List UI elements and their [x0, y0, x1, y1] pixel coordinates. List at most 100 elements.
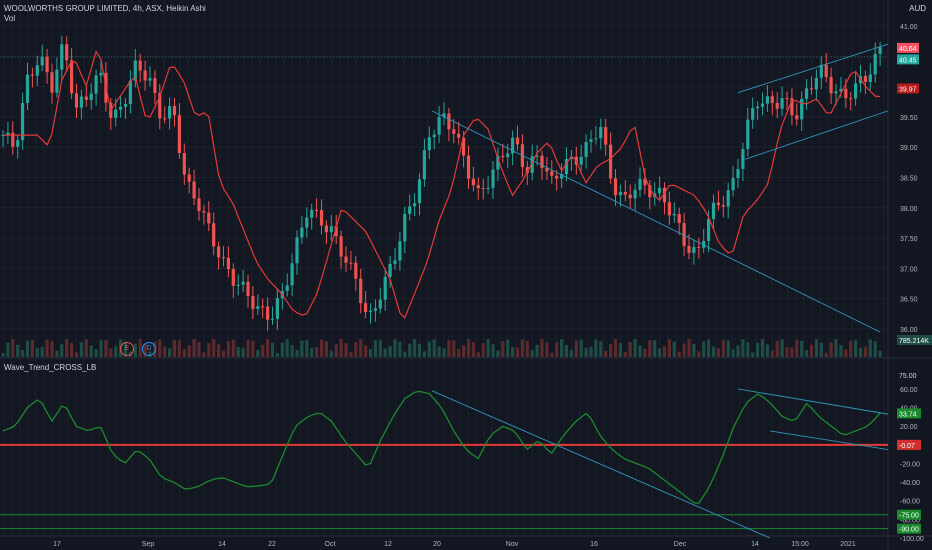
- volume-bar: [236, 346, 240, 357]
- volume-bar: [839, 345, 843, 357]
- candle-body: [623, 192, 627, 195]
- volume-bar: [172, 340, 177, 357]
- candle-body: [138, 60, 142, 71]
- earnings-marker[interactable]: E: [120, 342, 134, 356]
- dividend-marker[interactable]: D: [142, 342, 156, 356]
- candle-body: [422, 150, 426, 180]
- price-badge-label: 40.45: [899, 57, 917, 64]
- volume-bar: [55, 350, 59, 357]
- volume-bar: [393, 339, 397, 357]
- volume-badge-label: 785.214K: [899, 338, 929, 345]
- price-tick-label: 36.00: [900, 327, 918, 334]
- volume-bar: [829, 342, 833, 357]
- osc-badge-label: 75.00: [899, 373, 917, 380]
- volume-bar: [775, 341, 779, 357]
- candle-body: [437, 117, 441, 135]
- volume-bar: [540, 339, 544, 357]
- candle-body: [16, 140, 20, 147]
- volume-bar: [45, 339, 49, 357]
- symbol-title[interactable]: WOOLWORTHS GROUP LIMITED, 4h, ASX, Heiki…: [4, 4, 206, 13]
- price-tick-label: 36.50: [900, 297, 918, 304]
- volume-bar: [535, 344, 539, 357]
- candle-body: [550, 171, 554, 176]
- volume-bar: [809, 344, 814, 357]
- candle-body: [202, 210, 206, 213]
- candle-body: [94, 75, 98, 94]
- volume-bar: [109, 348, 113, 357]
- candle-body: [310, 209, 314, 218]
- volume-bar: [707, 339, 711, 357]
- volume-bar: [481, 343, 485, 357]
- time-tick-label: 14: [751, 541, 759, 548]
- volume-bar: [555, 342, 559, 357]
- volume-bar: [246, 339, 250, 357]
- candle-body: [119, 106, 123, 110]
- volume-bar: [638, 345, 642, 357]
- volume-bar: [329, 350, 333, 357]
- candle-body: [413, 203, 417, 207]
- candle-body: [192, 181, 196, 199]
- candle-body: [364, 303, 368, 312]
- volume-bar: [16, 344, 20, 357]
- volume-bar: [226, 341, 230, 357]
- volume-bar: [422, 351, 426, 357]
- candle-body: [393, 260, 397, 264]
- volume-bar: [520, 339, 524, 357]
- volume-bar: [667, 339, 671, 357]
- volume-bar: [849, 340, 853, 357]
- volume-bar: [873, 341, 877, 357]
- chart-canvas[interactable]: 41.0040.5040.0039.5039.0038.5038.0037.50…: [0, 0, 932, 550]
- volume-bar: [447, 340, 451, 357]
- volume-bar: [790, 347, 794, 357]
- price-tick-label: 37.50: [900, 236, 918, 243]
- candle-body: [114, 109, 118, 118]
- candle-body: [687, 246, 691, 253]
- candle-body: [829, 76, 833, 94]
- volume-bar: [618, 343, 622, 357]
- volume-bar: [525, 340, 529, 357]
- volume-bar: [574, 340, 578, 357]
- volume-bar: [609, 344, 613, 357]
- candle-body: [300, 227, 304, 238]
- candle-body: [212, 223, 216, 247]
- volume-bar: [368, 349, 373, 357]
- candle-body: [486, 187, 490, 189]
- price-badge-label: 40.64: [899, 46, 917, 53]
- volume-bar: [677, 351, 681, 357]
- candle-body: [25, 74, 30, 104]
- volume-bar: [623, 352, 627, 357]
- volume-bar: [692, 343, 696, 357]
- volume-bar: [79, 342, 83, 357]
- candle-body: [834, 91, 838, 94]
- volume-bar: [65, 339, 69, 357]
- volume-bar: [756, 342, 760, 357]
- candle-body: [89, 93, 93, 100]
- candle-body: [618, 192, 622, 196]
- indicator-title[interactable]: Wave_Trend_CROSS_LB: [4, 363, 96, 372]
- candle-body: [182, 153, 186, 175]
- volume-bar: [163, 346, 167, 357]
- volume-bar: [819, 342, 823, 357]
- volume-bar: [251, 340, 255, 357]
- candle-body: [163, 118, 167, 120]
- candle-body: [319, 210, 324, 226]
- candle-body: [844, 88, 848, 99]
- candle-body: [359, 278, 363, 304]
- volume-bar: [319, 339, 324, 357]
- osc-tick-label: -60.00: [900, 499, 920, 506]
- candle-body: [878, 47, 882, 54]
- volume-bar: [530, 350, 534, 357]
- volume-bar: [550, 352, 554, 357]
- candle-body: [256, 306, 260, 309]
- volume-bar: [506, 339, 510, 357]
- volume-bar: [50, 341, 54, 357]
- volume-bar: [403, 351, 407, 357]
- volume-bar: [349, 352, 353, 357]
- candle-body: [609, 144, 613, 179]
- candle-body: [217, 246, 221, 258]
- volume-bar: [643, 348, 647, 357]
- candle-body: [555, 175, 559, 179]
- volume-bar: [721, 339, 725, 357]
- volume-bar: [711, 346, 716, 357]
- time-tick-label: Oct: [325, 541, 336, 548]
